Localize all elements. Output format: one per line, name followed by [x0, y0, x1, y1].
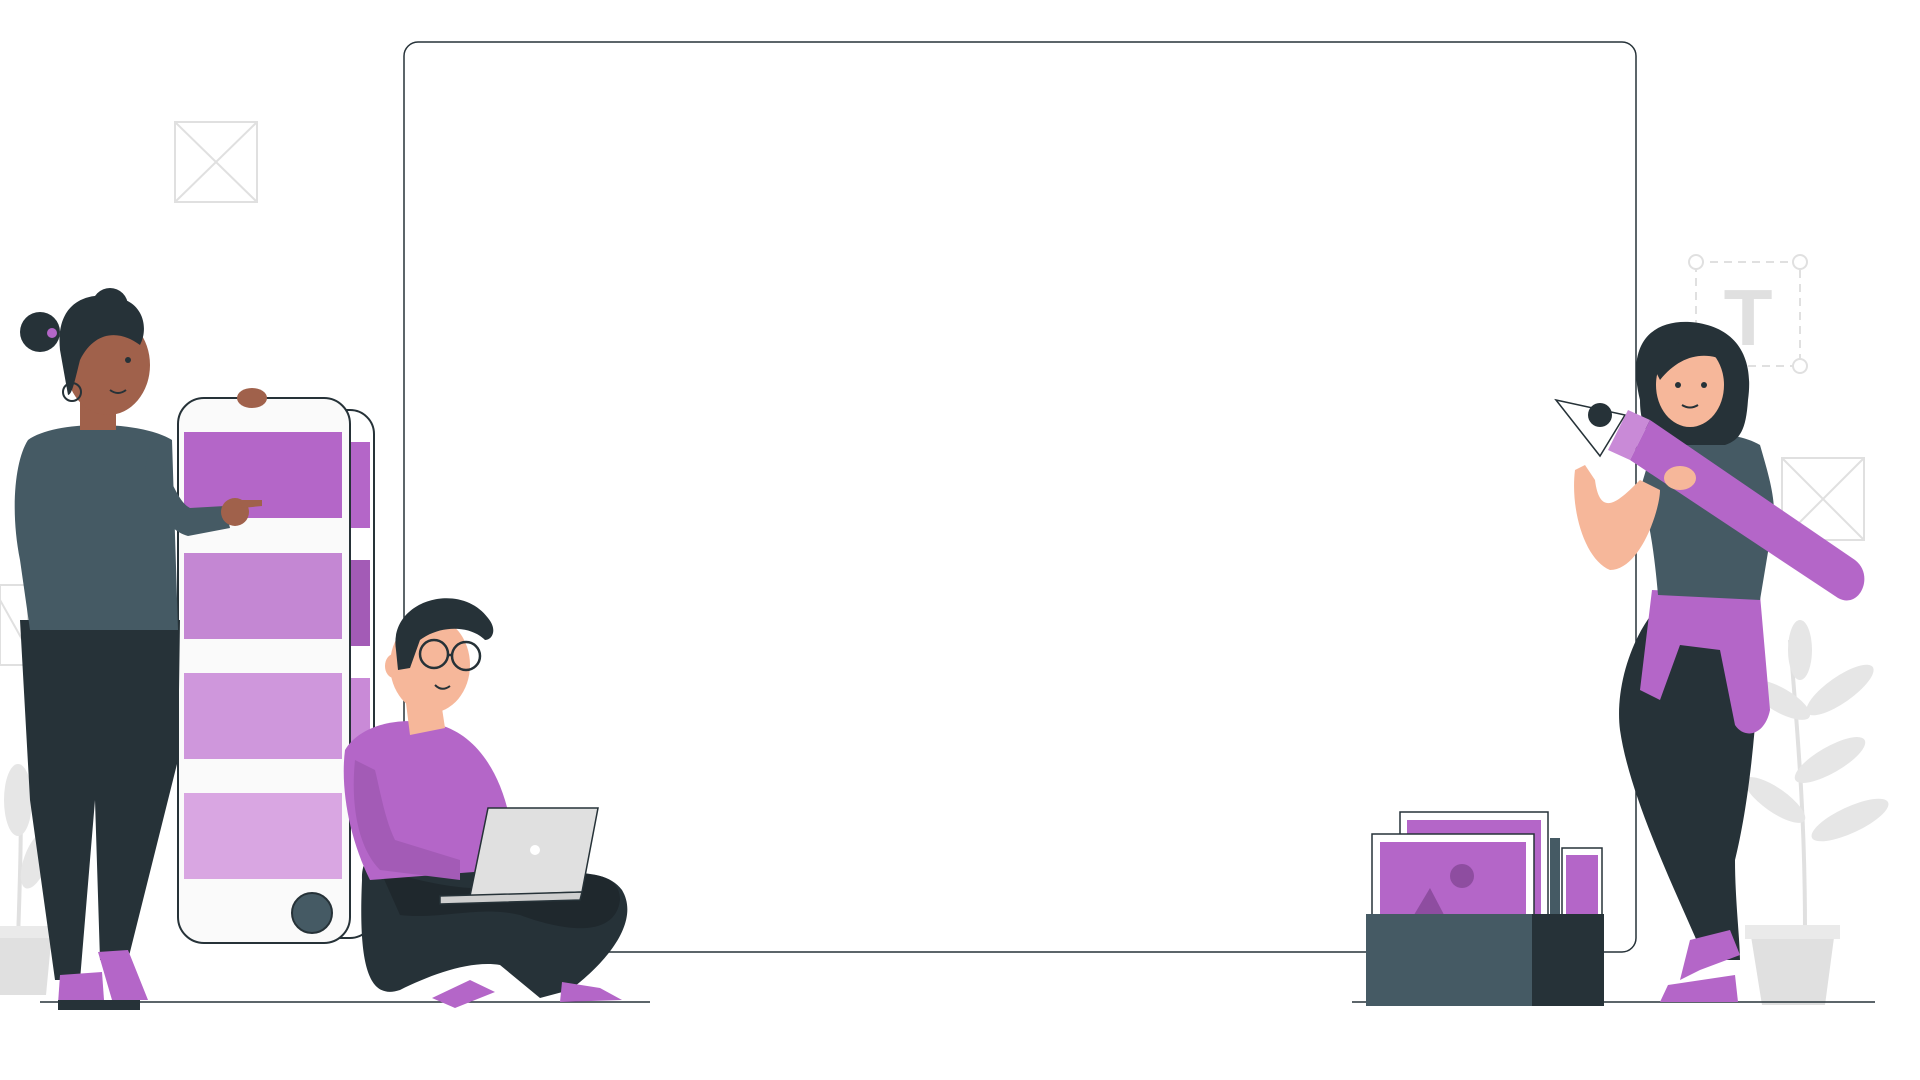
illustration-stage: T: [0, 0, 1920, 1080]
image-placeholder-icon: [174, 121, 258, 203]
color-swatch-icon: [177, 397, 375, 944]
